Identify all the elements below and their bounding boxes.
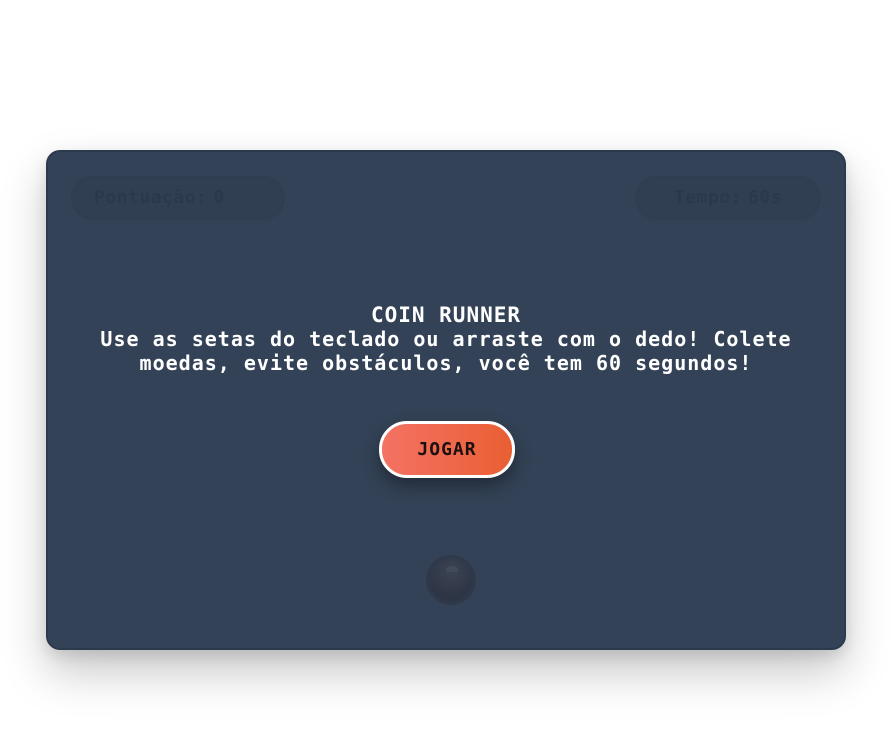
game-board[interactable]: Pontuação: 0 Tempo: 60s COIN RUNNER Use as…: [46, 150, 846, 650]
game-title: COIN RUNNER: [370, 303, 522, 327]
game-instructions: Use as setas do teclado ou arraste com o…: [100, 327, 792, 375]
play-button[interactable]: JOGAR: [379, 421, 515, 478]
start-overlay: COIN RUNNER Use as setas do teclado ou a…: [48, 152, 844, 648]
